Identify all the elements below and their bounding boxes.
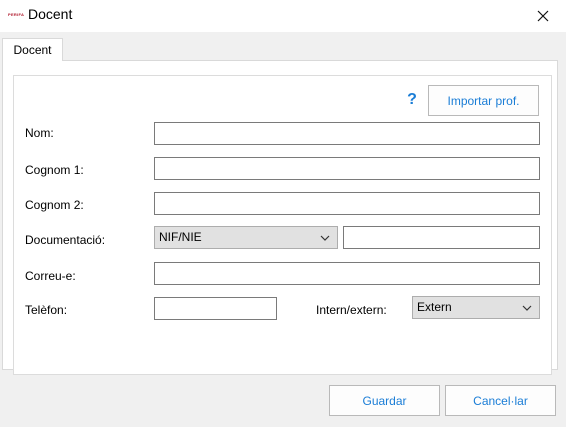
chevron-down-icon xyxy=(521,297,533,318)
import-professor-button[interactable]: Importar prof. xyxy=(428,85,539,116)
close-button[interactable] xyxy=(520,0,566,32)
nom-field[interactable] xyxy=(154,122,540,145)
nom-label: Nom: xyxy=(25,126,54,140)
correu-field[interactable] xyxy=(154,262,540,285)
intern-extern-select[interactable]: Extern xyxy=(412,296,540,319)
intern-extern-value: Extern xyxy=(417,300,452,314)
form-groupbox xyxy=(13,75,552,375)
app-logo: PERIFA xyxy=(8,12,25,17)
documentacio-type-select[interactable]: NIF/NIE xyxy=(154,226,338,249)
chevron-down-icon xyxy=(319,227,331,248)
tab-docent[interactable]: Docent xyxy=(2,38,63,61)
save-button[interactable]: Guardar xyxy=(329,385,440,416)
question-mark-icon[interactable]: ? xyxy=(404,90,420,110)
window-title: Docent xyxy=(28,6,73,22)
documentacio-type-value: NIF/NIE xyxy=(159,230,202,244)
cognom2-field[interactable] xyxy=(154,192,540,215)
close-icon xyxy=(537,10,549,22)
cognom1-field[interactable] xyxy=(154,157,540,180)
documentacio-number-field[interactable] xyxy=(343,226,540,249)
cancel-button[interactable]: Cancel·lar xyxy=(445,385,556,416)
cognom2-label: Cognom 2: xyxy=(25,198,84,212)
telefon-field[interactable] xyxy=(154,297,277,320)
cognom1-label: Cognom 1: xyxy=(25,163,84,177)
intern-extern-label: Intern/extern: xyxy=(316,303,387,317)
correu-label: Correu-e: xyxy=(25,269,76,283)
documentacio-label: Documentació: xyxy=(25,233,106,247)
telefon-label: Telèfon: xyxy=(25,303,68,317)
title-bar: PERIFA Docent xyxy=(0,0,566,32)
